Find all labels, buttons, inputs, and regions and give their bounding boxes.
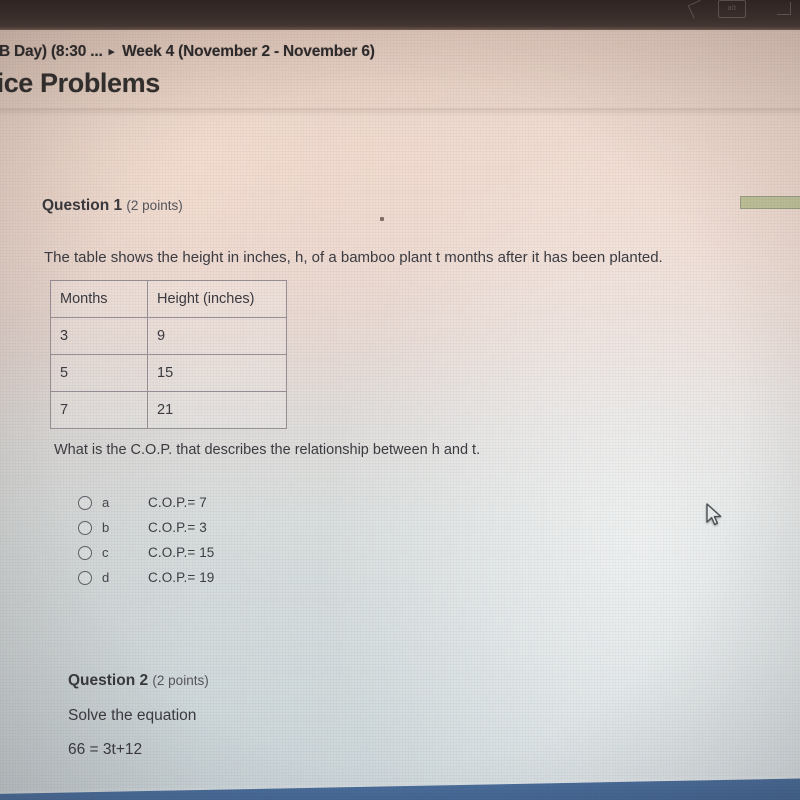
option-letter-c: c <box>102 545 109 560</box>
quiz-page: (B Day) (8:30 ... ▸ Week 4 (November 2 -… <box>0 26 800 800</box>
option-text-a: C.O.P.= 7 <box>148 495 207 510</box>
bezel-corner-icon <box>776 0 794 16</box>
monitor-bezel: alt <box>0 0 800 30</box>
table-header-row: Months Height (inches) <box>50 280 287 318</box>
radio-icon-a[interactable] <box>78 495 92 510</box>
question-2-heading: Question 2 (2 points) <box>68 672 209 690</box>
bezel-key-icon: alt <box>718 0 746 18</box>
screen-surface: (B Day) (8:30 ... ▸ Week 4 (November 2 -… <box>0 26 800 800</box>
option-letter-b: b <box>102 520 110 535</box>
question-1-points: (2 points) <box>126 198 183 213</box>
option-row-a[interactable]: a C.O.P.= 7 <box>78 490 214 515</box>
question-2-equation: 66 = 3t+12 <box>68 741 143 758</box>
option-letter-d: d <box>102 570 110 585</box>
question-1-text: What is the C.O.P. that describes the re… <box>54 442 481 458</box>
question-1-options: a C.O.P.= 7 b C.O.P.= 3 c C.O.P.= 15 d C… <box>78 490 214 590</box>
dust-speck <box>380 217 384 221</box>
table-header-months: Months <box>50 280 148 318</box>
mouse-cursor-icon <box>706 503 722 526</box>
radio-icon-d[interactable] <box>78 570 92 585</box>
cell-height: 9 <box>147 317 287 355</box>
table-header-height: Height (inches) <box>147 280 287 318</box>
cell-months: 7 <box>50 391 148 429</box>
breadcrumb-current[interactable]: Week 4 (November 2 - November 6) <box>122 43 375 60</box>
option-text-b: C.O.P.= 3 <box>148 520 207 535</box>
table-row: 3 9 <box>50 317 287 355</box>
bezel-slash-icon <box>688 0 704 16</box>
question-2-prompt: Solve the equation <box>68 707 197 724</box>
radio-icon-c[interactable] <box>78 545 92 560</box>
option-row-d[interactable]: d C.O.P.= 19 <box>78 565 214 590</box>
option-text-d: C.O.P.= 19 <box>148 570 215 585</box>
cell-months: 5 <box>50 354 148 392</box>
cell-height: 15 <box>147 354 287 392</box>
question-2-points: (2 points) <box>152 673 209 688</box>
photo-of-screen: alt (B Day) (8:30 ... ▸ Week 4 (November… <box>0 0 800 800</box>
question-1-prompt: The table shows the height in inches, h,… <box>44 249 663 266</box>
cell-months: 3 <box>50 317 148 355</box>
bamboo-height-table: Months Height (inches) 3 9 5 15 7 21 <box>50 280 287 429</box>
table-row: 5 15 <box>50 354 287 392</box>
chevron-right-icon: ▸ <box>108 46 115 58</box>
breadcrumb-parent[interactable]: (B Day) (8:30 ... <box>0 43 103 60</box>
cell-height: 21 <box>147 391 287 429</box>
option-text-c: C.O.P.= 15 <box>148 545 215 560</box>
green-highlight-bar <box>740 196 800 209</box>
radio-icon-b[interactable] <box>78 520 92 535</box>
question-2-label: Question 2 <box>68 672 149 689</box>
breadcrumb[interactable]: (B Day) (8:30 ... ▸ Week 4 (November 2 -… <box>0 43 514 61</box>
option-row-b[interactable]: b C.O.P.= 3 <box>78 515 214 540</box>
question-1-label: Question 1 <box>42 197 123 214</box>
question-1-heading: Question 1 (2 points) <box>42 197 183 215</box>
option-row-c[interactable]: c C.O.P.= 15 <box>78 540 214 565</box>
page-title: tice Problems <box>0 68 160 98</box>
header-divider <box>0 108 800 116</box>
option-letter-a: a <box>102 495 110 510</box>
table-row: 7 21 <box>50 391 287 429</box>
